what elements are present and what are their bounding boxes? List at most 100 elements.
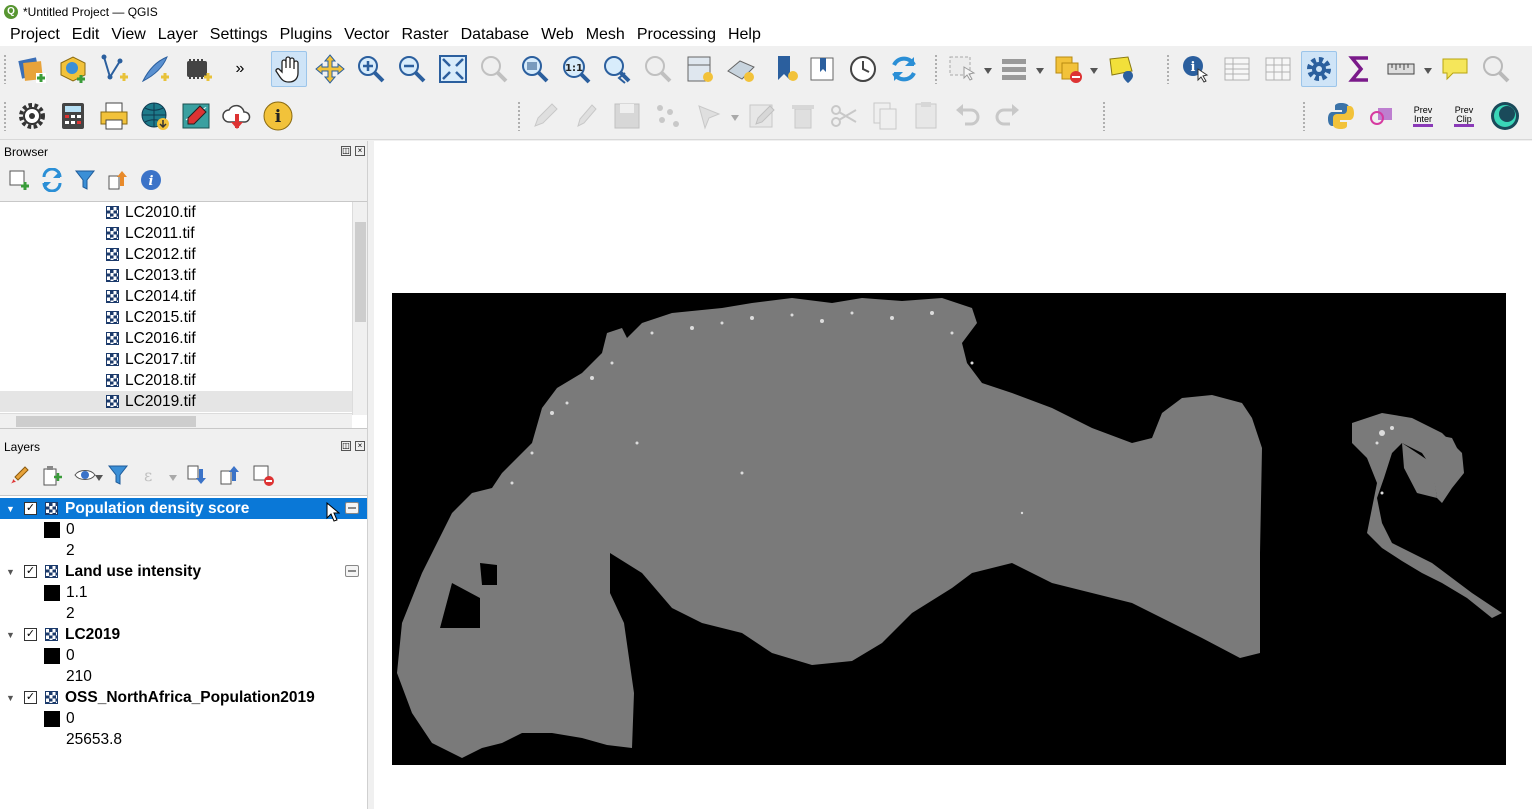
float-panel-icon[interactable]: ◫ <box>341 441 351 451</box>
prev-inter-button[interactable]: Prev Inter <box>1405 98 1441 134</box>
refresh-button[interactable] <box>886 51 922 87</box>
menu-layer[interactable]: Layer <box>152 23 204 46</box>
browser-item[interactable]: LC2014.tif <box>106 286 196 307</box>
print-layout-button[interactable] <box>96 98 132 134</box>
show-spatial-bookmarks-button[interactable] <box>804 51 840 87</box>
pan-map-button[interactable] <box>271 51 307 87</box>
delete-selected-button[interactable] <box>785 98 821 134</box>
zoom-full-button[interactable] <box>435 51 471 87</box>
toggle-editing-button[interactable] <box>568 98 604 134</box>
raster-calculator-button[interactable] <box>55 98 91 134</box>
zoom-last-button[interactable] <box>599 51 635 87</box>
collapse-all-button[interactable] <box>104 166 132 194</box>
layer-visibility-checkbox[interactable]: ✓ <box>24 628 37 641</box>
menu-view[interactable]: View <box>105 23 151 46</box>
menu-edit[interactable]: Edit <box>66 23 106 46</box>
open-layer-styling-button[interactable] <box>5 461 33 489</box>
map-canvas[interactable] <box>374 141 1532 809</box>
chevron-down-icon[interactable] <box>984 68 992 74</box>
chevron-down-icon[interactable] <box>169 475 177 481</box>
menu-raster[interactable]: Raster <box>395 23 454 46</box>
chevron-down-icon[interactable]: ▼ <box>6 567 15 577</box>
chevron-down-icon[interactable]: ▼ <box>6 504 15 514</box>
new-spatial-bookmark-button[interactable] <box>768 51 804 87</box>
browser-filter-button[interactable] <box>71 166 99 194</box>
select-by-location-button[interactable] <box>1104 51 1140 87</box>
menu-vector[interactable]: Vector <box>338 23 395 46</box>
add-group-button[interactable] <box>38 461 66 489</box>
embedded-widget-icon[interactable] <box>345 565 359 577</box>
layer-item[interactable]: ▼ ✓ OSS_NorthAfrica_Population2019 <box>0 687 367 708</box>
toolbar-grip[interactable] <box>1302 101 1306 131</box>
map-tips-button[interactable] <box>1437 51 1473 87</box>
current-edits-button[interactable] <box>527 98 563 134</box>
collapse-all-layers-button[interactable] <box>216 461 244 489</box>
field-calculator-button[interactable] <box>1260 51 1296 87</box>
chevron-down-icon[interactable] <box>731 115 739 121</box>
float-panel-icon[interactable]: ◫ <box>341 146 351 156</box>
cloud-download-button[interactable] <box>219 98 255 134</box>
data-source-manager-button[interactable] <box>14 51 50 87</box>
install-plugins-button[interactable] <box>137 98 173 134</box>
toolbar-grip[interactable] <box>934 54 938 84</box>
browser-item[interactable]: LC2011.tif <box>106 223 195 244</box>
pan-to-selection-button[interactable] <box>312 51 348 87</box>
close-icon[interactable]: × <box>355 441 365 451</box>
browser-vertical-scrollbar[interactable] <box>352 202 367 415</box>
locator-button[interactable] <box>1478 51 1514 87</box>
expand-all-button[interactable] <box>183 461 211 489</box>
zoom-to-layer-button[interactable] <box>517 51 553 87</box>
chevron-down-icon[interactable] <box>1036 68 1044 74</box>
browser-item[interactable]: LC2017.tif <box>106 349 196 370</box>
plugin-shapes-button[interactable] <box>1364 98 1400 134</box>
menu-mesh[interactable]: Mesh <box>580 23 631 46</box>
paste-features-button[interactable] <box>908 98 944 134</box>
menu-project[interactable]: Project <box>4 23 66 46</box>
remove-layer-button[interactable] <box>249 461 277 489</box>
new-geopackage-button[interactable] <box>55 51 91 87</box>
save-layer-edits-button[interactable] <box>609 98 645 134</box>
browser-item-selected[interactable]: LC2019.tif <box>0 391 352 412</box>
info-button[interactable]: i <box>260 98 296 134</box>
deselect-features-button[interactable] <box>1050 51 1086 87</box>
close-icon[interactable]: × <box>355 146 365 156</box>
georeferencer-button[interactable] <box>178 98 214 134</box>
modify-attributes-button[interactable] <box>744 98 780 134</box>
new-temporary-layer-button[interactable] <box>137 51 173 87</box>
scrollbar-thumb[interactable] <box>355 222 366 322</box>
statistical-summary-button[interactable] <box>1342 51 1378 87</box>
prev-clip-button[interactable]: Prev Clip <box>1446 98 1482 134</box>
zoom-to-selection-button[interactable] <box>476 51 512 87</box>
cut-features-button[interactable] <box>826 98 862 134</box>
toolbar-grip[interactable] <box>1166 54 1170 84</box>
layer-visibility-checkbox[interactable]: ✓ <box>24 691 37 704</box>
zoom-native-resolution-button[interactable]: 1:1 <box>558 51 594 87</box>
embedded-widget-icon[interactable] <box>345 502 359 514</box>
new-3d-map-view-button[interactable] <box>723 51 759 87</box>
menu-settings[interactable]: Settings <box>204 23 274 46</box>
menu-processing[interactable]: Processing <box>631 23 722 46</box>
scrollbar-thumb[interactable] <box>16 416 196 427</box>
filter-legend-button[interactable] <box>104 461 132 489</box>
browser-item[interactable]: LC2018.tif <box>106 370 196 391</box>
zoom-in-button[interactable] <box>353 51 389 87</box>
browser-item[interactable]: LC2010.tif <box>106 202 196 223</box>
browser-item[interactable]: LC2013.tif <box>106 265 196 286</box>
add-selected-layers-button[interactable] <box>5 166 33 194</box>
chevron-down-icon[interactable] <box>95 475 103 481</box>
layer-item[interactable]: ▼ ✓ LC2019 <box>0 624 367 645</box>
python-console-button[interactable] <box>1323 98 1359 134</box>
menu-database[interactable]: Database <box>455 23 536 46</box>
browser-item[interactable]: LC2015.tif <box>106 307 196 328</box>
chevron-down-icon[interactable]: ▼ <box>6 693 15 703</box>
select-by-value-button[interactable] <box>996 51 1032 87</box>
undo-button[interactable] <box>949 98 985 134</box>
menu-help[interactable]: Help <box>722 23 767 46</box>
redo-button[interactable] <box>990 98 1026 134</box>
plugin-globe-button[interactable] <box>1487 98 1523 134</box>
processing-toolbox-button[interactable] <box>1301 51 1337 87</box>
new-map-view-button[interactable] <box>682 51 718 87</box>
temporal-controller-button[interactable] <box>845 51 881 87</box>
copy-features-button[interactable] <box>867 98 903 134</box>
new-shapefile-button[interactable] <box>96 51 132 87</box>
